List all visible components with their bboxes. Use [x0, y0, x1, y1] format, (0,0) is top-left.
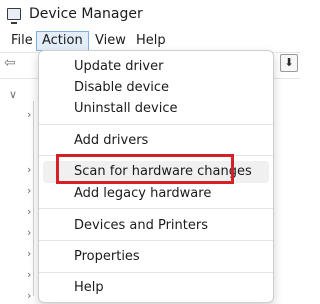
expand-chevron-icon[interactable]: ›	[27, 269, 31, 281]
expand-chevron-icon[interactable]: ›	[27, 109, 31, 121]
menu-separator	[39, 240, 273, 241]
device-manager-icon	[7, 8, 21, 24]
menu-item-help[interactable]: Help	[39, 277, 273, 299]
menu-item-add-drivers[interactable]: Add drivers	[39, 130, 273, 152]
menu-item-disable-device[interactable]: Disable device	[39, 77, 273, 99]
menu-file[interactable]: File	[6, 31, 38, 51]
menu-separator	[39, 208, 273, 209]
menu-action[interactable]: Action	[36, 31, 89, 51]
menu-item-uninstall-device[interactable]: Uninstall device	[39, 98, 273, 120]
expand-chevron-icon[interactable]: ›	[27, 248, 31, 260]
menu-bar: File Action View Help	[0, 30, 300, 52]
collapse-chevron-icon[interactable]: ∨	[9, 89, 17, 101]
device-manager-window: Device Manager File Action View Help ⇦ ⬇…	[0, 0, 300, 304]
expand-chevron-icon[interactable]: ›	[27, 290, 31, 302]
menu-help[interactable]: Help	[131, 31, 171, 51]
expand-chevron-icon[interactable]: ›	[27, 164, 31, 176]
menu-item-add-legacy-hardware[interactable]: Add legacy hardware	[39, 183, 273, 205]
expand-chevron-icon[interactable]: ›	[27, 227, 31, 239]
tree-connector-line	[33, 101, 34, 296]
menu-item-update-driver[interactable]: Update driver	[39, 56, 273, 78]
title-bar: Device Manager	[0, 0, 300, 30]
back-arrow-icon[interactable]: ⇦	[4, 56, 20, 70]
menu-view[interactable]: View	[90, 31, 131, 51]
expand-chevron-icon[interactable]: ›	[27, 185, 31, 197]
scan-download-icon[interactable]: ⬇	[280, 54, 298, 72]
menu-item-properties[interactable]: Properties	[39, 246, 273, 268]
window-title: Device Manager	[29, 6, 143, 22]
menu-separator	[39, 272, 273, 273]
highlight-annotation-box	[56, 154, 234, 184]
menu-item-devices-and-printers[interactable]: Devices and Printers	[39, 215, 273, 237]
menu-separator	[39, 124, 273, 125]
expand-chevron-icon[interactable]: ›	[27, 206, 31, 218]
